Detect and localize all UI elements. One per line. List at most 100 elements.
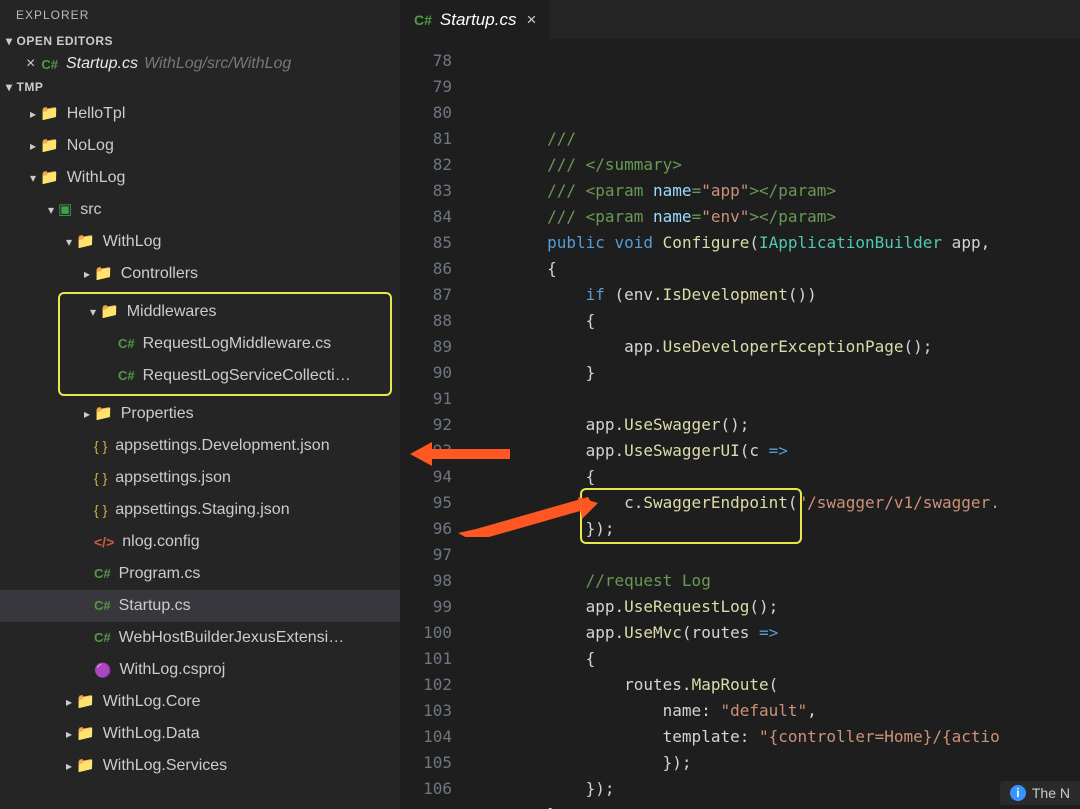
json-icon: { } [94,497,107,523]
csharp-icon: C# [41,57,58,72]
code-line[interactable]: app.UseMvc(routes => [470,620,1080,646]
code-line[interactable]: /// [470,126,1080,152]
code-line[interactable]: /// <param name="env"></param> [470,204,1080,230]
chevron-icon: ▾ [62,229,76,255]
code-line[interactable]: } [470,802,1080,809]
tree-item-label: WithLog [103,229,162,255]
line-number: 78 [400,48,452,74]
code-line[interactable] [470,542,1080,568]
code-line[interactable] [470,386,1080,412]
line-number: 104 [400,724,452,750]
code-line[interactable]: }); [470,516,1080,542]
code-area[interactable]: 7879808182838485868788899091929394959697… [400,40,1080,809]
code-line[interactable]: app.UseRequestLog(); [470,594,1080,620]
tree-item[interactable]: ▸📁WithLog.Data [0,718,400,750]
line-number: 102 [400,672,452,698]
chevron-icon: ▾ [44,197,58,223]
code-line[interactable]: { [470,308,1080,334]
tree-item[interactable]: ▾📁WithLog [0,162,400,194]
open-editor-item[interactable]: × C# Startup.cs WithLog/src/WithLog [0,52,400,76]
code-line[interactable]: /// <param name="app"></param> [470,178,1080,204]
tree-item[interactable]: ▸📁Properties [0,398,400,430]
explorer-title: EXPLORER [0,0,400,30]
code-line[interactable]: /// </summary> [470,152,1080,178]
code-line[interactable]: }); [470,750,1080,776]
tree-item[interactable]: ▸📁NoLog [0,130,400,162]
tree-item-label: src [80,197,101,223]
status-hint-text: The N [1032,785,1070,801]
code-content[interactable]: /// /// </summary> /// <param name="app"… [470,40,1080,809]
close-icon[interactable]: × [526,10,536,30]
tree-item[interactable]: C#Program.cs [0,558,400,590]
code-line[interactable]: app.UseSwagger(); [470,412,1080,438]
tree-item[interactable]: 🟣 WithLog.csproj [0,654,400,686]
code-line[interactable]: template: "{controller=Home}/{actio [470,724,1080,750]
line-number: 80 [400,100,452,126]
status-hint: i The N [1000,781,1080,805]
folder-icon: 📁 [40,101,59,127]
tree-item-label: WithLog.Services [103,753,228,779]
folder-icon: 📁 [76,721,95,747]
tree-item-label: WebHostBuilderJexusExtensi… [119,625,345,651]
folder-icon: 📁 [94,261,113,287]
tree-item-label: NoLog [67,133,114,159]
csproj-icon: 🟣 [94,657,111,683]
tree-item[interactable]: ▾📁WithLog [0,226,400,258]
code-line[interactable]: if (env.IsDevelopment()) [470,282,1080,308]
code-line[interactable]: name: "default", [470,698,1080,724]
line-number: 96 [400,516,452,542]
line-number: 98 [400,568,452,594]
csharp-icon: C# [94,625,111,651]
line-number: 85 [400,230,452,256]
tree-item[interactable]: ▾📁Middlewares [60,296,390,328]
code-line[interactable]: { [470,256,1080,282]
code-line[interactable]: routes.MapRoute( [470,672,1080,698]
tree-item[interactable]: C# RequestLogServiceCollecti… [60,360,390,392]
chevron-icon: ▾ [26,165,40,191]
highlight-box: ▾📁MiddlewaresC#RequestLogMiddleware.csC#… [58,292,392,396]
code-line[interactable]: c.SwaggerEndpoint("/swagger/v1/swagger. [470,490,1080,516]
chevron-icon: ▸ [26,133,40,159]
tree-item-label: RequestLogServiceCollecti… [143,363,351,389]
tab-bar: C# Startup.cs × [400,0,1080,40]
close-icon[interactable]: × [26,55,35,73]
code-line[interactable]: app.UseSwaggerUI(c => [470,438,1080,464]
line-number: 89 [400,334,452,360]
line-number: 87 [400,282,452,308]
tree-item[interactable]: { }appsettings.Staging.json [0,494,400,526]
tree-item[interactable]: C# WebHostBuilderJexusExtensi… [0,622,400,654]
src-folder-icon: ▣ [58,197,72,223]
tree-item[interactable]: ▸📁Controllers [0,258,400,290]
code-line[interactable]: }); [470,776,1080,802]
tree-item[interactable]: { }appsettings.Development.json [0,430,400,462]
tree-item[interactable]: C#Startup.cs [0,590,400,622]
folder-icon: 📁 [40,165,59,191]
line-number: 106 [400,776,452,802]
open-editors-section[interactable]: ▾ OPEN EDITORS [0,30,400,52]
line-number: 103 [400,698,452,724]
chevron-icon: ▸ [62,753,76,779]
code-line[interactable]: } [470,360,1080,386]
tree-item-label: RequestLogMiddleware.cs [143,331,332,357]
tree-item[interactable]: ▾▣ src [0,194,400,226]
code-line[interactable]: { [470,464,1080,490]
csharp-icon: C# [118,363,135,389]
tree-item[interactable]: C#RequestLogMiddleware.cs [60,328,390,360]
line-number: 105 [400,750,452,776]
workspace-section[interactable]: ▾ TMP [0,76,400,98]
code-line[interactable]: //request Log [470,568,1080,594]
tree-item-label: WithLog.csproj [119,657,225,683]
tree-item[interactable]: </>nlog.config [0,526,400,558]
code-line[interactable]: { [470,646,1080,672]
line-number: 82 [400,152,452,178]
line-number: 83 [400,178,452,204]
tree-item[interactable]: ▸📁HelloTpl [0,98,400,130]
line-number: 95 [400,490,452,516]
tree-item-label: appsettings.Development.json [115,433,329,459]
tab-startup-cs[interactable]: C# Startup.cs × [400,0,551,39]
tree-item[interactable]: { }appsettings.json [0,462,400,494]
code-line[interactable]: app.UseDeveloperExceptionPage(); [470,334,1080,360]
tree-item[interactable]: ▸📁WithLog.Services [0,750,400,782]
tree-item[interactable]: ▸📁WithLog.Core [0,686,400,718]
code-line[interactable]: public void Configure(IApplicationBuilde… [470,230,1080,256]
